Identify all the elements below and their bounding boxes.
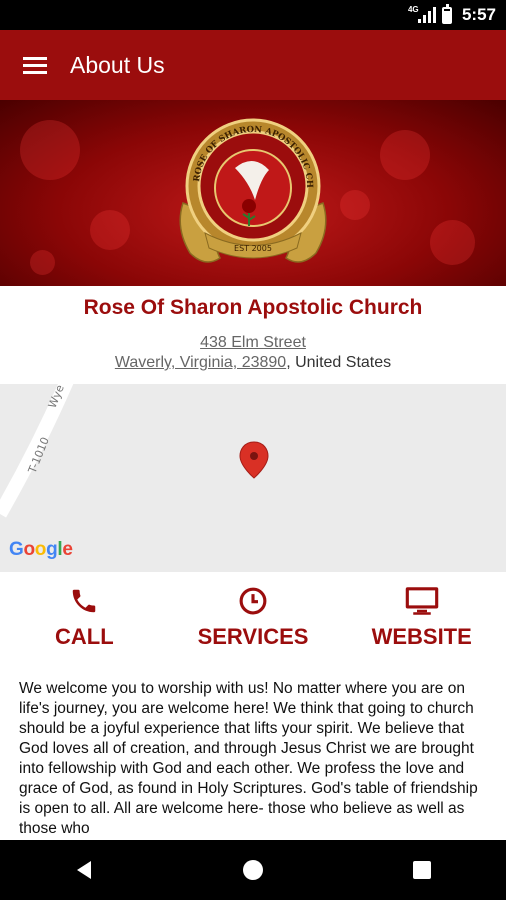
network-type: 4G <box>407 5 419 14</box>
map-pin-icon[interactable] <box>239 441 269 479</box>
back-icon[interactable] <box>54 840 114 900</box>
address-street: 438 Elm Street <box>0 334 506 352</box>
header-banner: ROSE OF SHARON APOSTOLIC CHURCH EST 2005 <box>0 100 506 286</box>
battery-icon <box>441 3 452 24</box>
church-name: Rose Of Sharon Apostolic Church <box>83 296 423 319</box>
hamburger-menu-icon[interactable] <box>0 30 70 100</box>
country-text: , United States <box>286 354 392 371</box>
services-button[interactable]: SERVICES <box>169 586 338 656</box>
app-bar: About Us <box>0 30 506 100</box>
services-label: SERVICES <box>197 624 309 649</box>
city-link[interactable]: Waverly, Virginia, 23890 <box>115 354 286 371</box>
monitor-icon <box>405 587 438 615</box>
clock-icon <box>239 587 267 615</box>
phone-icon <box>73 589 96 613</box>
website-label: WEBSITE <box>371 624 472 649</box>
recents-icon[interactable] <box>392 840 452 900</box>
signal-icon: 4G <box>408 5 436 23</box>
action-row: CALL SERVICES WEBSITE <box>0 586 506 656</box>
google-logo: Google <box>9 539 73 560</box>
system-nav-bar <box>0 840 506 900</box>
home-icon[interactable] <box>223 840 283 900</box>
address-city: Waverly, Virginia, 23890, United States <box>0 354 506 372</box>
street-link[interactable]: 438 Elm Street <box>200 334 306 351</box>
church-logo: ROSE OF SHARON APOSTOLIC CHURCH EST 2005 <box>165 108 327 263</box>
call-button[interactable]: CALL <box>0 586 169 656</box>
map-view[interactable]: Wye St T-1010 Google <box>0 384 506 572</box>
status-time: 5:57 <box>461 5 496 24</box>
about-description: We welcome you to worship with us! No ma… <box>19 680 478 837</box>
website-button[interactable]: WEBSITE <box>337 586 506 656</box>
status-bar: 4G 5:57 <box>0 0 506 30</box>
call-label: CALL <box>55 624 114 649</box>
logo-est: EST 2005 <box>234 244 272 253</box>
page-title: About Us <box>70 51 165 78</box>
